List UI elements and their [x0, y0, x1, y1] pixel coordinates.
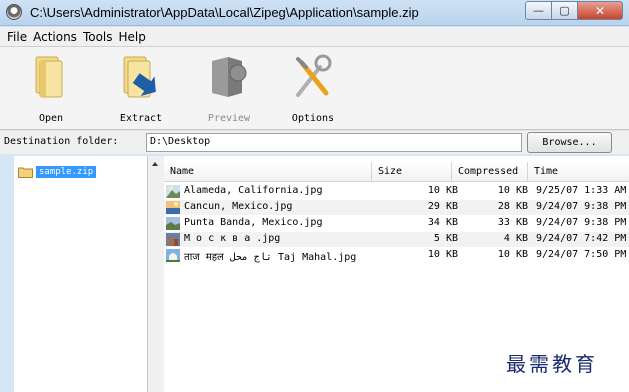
file-size: 5 KB [433, 233, 458, 244]
file-time: 9/24/07 9:38 PM [536, 217, 627, 228]
toolbar: Open Extract Preview Options [0, 46, 629, 130]
zipeg-app-icon [6, 4, 22, 20]
extract-icon [123, 56, 156, 98]
window-controls: — ▢ ✕ [525, 1, 623, 20]
table-row[interactable]: М о с к в а .jpg 5 KB 4 KB 9/24/07 7:42 … [164, 232, 629, 247]
preview-button[interactable]: Preview [194, 51, 254, 127]
file-name: Alameda, California.jpg [184, 185, 323, 196]
file-name: ताज महल تاج محل Taj Mahal.jpg [184, 252, 357, 263]
window-title: C:\Users\Administrator\AppData\Local\Zip… [30, 5, 419, 20]
table-row[interactable]: Cancun, Mexico.jpg 29 KB 28 KB 9/24/07 9… [164, 200, 629, 215]
file-compressed: 4 KB [503, 233, 528, 244]
menu-bar: File Actions Tools Help [0, 27, 629, 46]
menu-help[interactable]: Help [116, 30, 149, 44]
menu-tools[interactable]: Tools [80, 30, 116, 44]
file-size: 10 KB [427, 185, 458, 196]
sort-arrow-icon [152, 162, 158, 166]
watermark-text: 最需教育 [506, 352, 598, 376]
extract-label: Extract [119, 113, 163, 124]
tree-item-sample-zip[interactable]: sample.zip [18, 164, 97, 180]
options-button[interactable]: Options [278, 51, 338, 127]
file-size: 10 KB [427, 249, 458, 260]
open-label: Open [38, 113, 64, 124]
preview-icon [212, 57, 247, 97]
extract-button[interactable]: Extract [106, 51, 166, 127]
destination-row: Destination folder: D:\Desktop Browse... [0, 131, 629, 154]
file-time: 9/24/07 7:50 PM [536, 249, 627, 260]
options-label: Options [291, 113, 335, 124]
file-size: 29 KB [427, 201, 458, 212]
file-name: М о с к в а .jpg [184, 233, 281, 244]
column-name[interactable]: Name [164, 162, 372, 182]
file-time: 9/24/07 7:42 PM [536, 233, 627, 244]
file-name: Punta Banda, Mexico.jpg [184, 217, 323, 228]
destination-folder-input[interactable]: D:\Desktop [146, 133, 522, 152]
file-time: 9/24/07 9:38 PM [536, 201, 627, 212]
table-row[interactable]: Alameda, California.jpg 10 KB 10 KB 9/25… [164, 184, 629, 199]
folder-open-icon [35, 56, 63, 98]
image-file-icon [166, 233, 180, 246]
menu-file[interactable]: File [4, 30, 30, 44]
preview-label: Preview [207, 113, 251, 124]
file-time: 9/25/07 1:33 AM [536, 185, 627, 196]
image-file-icon [166, 185, 180, 198]
folder-icon [18, 167, 33, 178]
maximize-button[interactable]: ▢ [552, 1, 578, 20]
close-button[interactable]: ✕ [578, 1, 623, 20]
column-size[interactable]: Size [372, 162, 452, 182]
file-compressed: 28 KB [497, 201, 528, 212]
file-size: 34 KB [427, 217, 458, 228]
column-compressed[interactable]: Compressed [452, 162, 528, 182]
menu-actions[interactable]: Actions [30, 30, 80, 44]
column-time[interactable]: Time [528, 162, 629, 182]
file-compressed: 10 KB [497, 185, 528, 196]
table-row[interactable]: Punta Banda, Mexico.jpg 34 KB 33 KB 9/24… [164, 216, 629, 231]
title-bar: C:\Users\Administrator\AppData\Local\Zip… [0, 0, 629, 26]
image-file-icon [166, 201, 180, 214]
tools-icon [296, 54, 332, 97]
image-file-icon [166, 249, 180, 262]
file-list-header: Name Size Compressed Time [164, 162, 629, 182]
file-compressed: 33 KB [497, 217, 528, 228]
table-row[interactable]: ताज महल تاج محل Taj Mahal.jpg 10 KB 10 K… [164, 248, 629, 263]
file-name: Cancun, Mexico.jpg [184, 201, 293, 212]
minimize-button[interactable]: — [525, 1, 552, 20]
open-button[interactable]: Open [16, 51, 76, 127]
destination-label: Destination folder: [4, 136, 119, 147]
image-file-icon [166, 217, 180, 230]
archive-tree: sample.zip [14, 156, 148, 392]
browse-button[interactable]: Browse... [527, 132, 612, 153]
tree-item-label: sample.zip [36, 166, 97, 178]
file-compressed: 10 KB [497, 249, 528, 260]
splitter[interactable] [148, 156, 164, 392]
